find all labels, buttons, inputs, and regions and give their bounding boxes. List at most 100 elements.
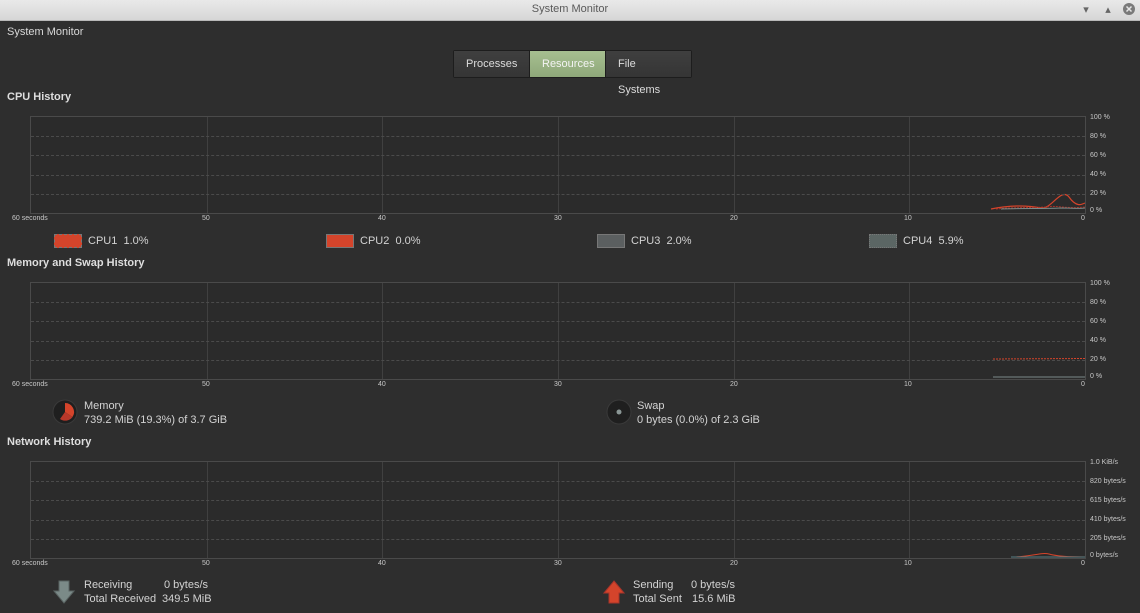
view-tabs: Processes Resources File Systems	[453, 50, 692, 96]
cpu-history-graph	[30, 116, 1086, 214]
grid-line-vertical	[382, 117, 383, 213]
cpu4-color-swatch[interactable]	[869, 234, 897, 248]
x-tick: 40	[378, 560, 386, 567]
y-tick: 100 %	[1090, 280, 1110, 287]
grid-line-horizontal	[31, 539, 1085, 540]
cpu1-color-swatch[interactable]	[54, 234, 82, 248]
total-sent-value: 15.6 MiB	[692, 593, 736, 605]
app-name: System Monitor	[7, 26, 84, 38]
grid-line-horizontal	[31, 175, 1085, 176]
y-tick: 820 bytes/s	[1090, 478, 1126, 485]
x-tick: 50	[202, 215, 210, 222]
memory-pie-icon[interactable]	[52, 399, 78, 425]
y-tick: 20 %	[1090, 356, 1106, 363]
grid-line-vertical	[734, 117, 735, 213]
grid-line-vertical	[558, 462, 559, 558]
y-tick: 60 %	[1090, 152, 1106, 159]
cpu3-label: CPU3	[631, 235, 661, 247]
network-history-graph	[30, 461, 1086, 559]
sending-arrow-icon[interactable]	[602, 580, 626, 604]
network-x-axis: 60 seconds 50 40 30 20 10 0	[12, 557, 1140, 569]
x-tick: 0	[1081, 215, 1085, 222]
total-received-label: Total Received	[84, 593, 157, 605]
maximize-icon[interactable]: ▴	[1100, 2, 1116, 18]
sending-label: Sending	[633, 579, 674, 591]
x-tick: 20	[730, 381, 738, 388]
y-tick: 0 %	[1090, 373, 1103, 380]
cpu4-label: CPU4	[903, 235, 933, 247]
grid-line-vertical	[207, 283, 208, 379]
x-tick: 10	[904, 381, 912, 388]
y-tick: 410 bytes/s	[1090, 516, 1126, 523]
x-tick: 30	[554, 381, 562, 388]
grid-line-vertical	[909, 283, 910, 379]
cpu4-value: 5.9%	[938, 235, 964, 247]
grid-line-vertical	[207, 117, 208, 213]
grid-line-horizontal	[31, 136, 1085, 137]
grid-line-horizontal	[31, 360, 1085, 361]
x-tick: 20	[730, 560, 738, 567]
memory-x-axis: 60 seconds 50 40 30 20 10 0	[12, 378, 1140, 390]
total-sent-label: Total Sent	[633, 593, 682, 605]
network-history-title: Network History	[7, 436, 92, 448]
x-tick: 20	[730, 215, 738, 222]
y-tick: 100 %	[1090, 114, 1110, 121]
grid-line-vertical	[734, 462, 735, 558]
x-tick: 60 seconds	[12, 381, 48, 388]
memory-value: 739.2 MiB (19.3%) of 3.7 GiB	[84, 414, 228, 426]
receiving-arrow-icon[interactable]	[52, 580, 76, 604]
close-icon[interactable]	[1121, 2, 1137, 18]
y-tick: 0 bytes/s	[1090, 552, 1119, 559]
y-tick: 80 %	[1090, 133, 1106, 140]
window-title: System Monitor	[531, 3, 609, 15]
receiving-value: 0 bytes/s	[164, 579, 209, 591]
window-titlebar[interactable]: System Monitor ▾ ▴	[0, 0, 1140, 21]
cpu2-color-swatch[interactable]	[326, 234, 354, 248]
cpu2-label: CPU2	[360, 235, 390, 247]
grid-line-vertical	[909, 462, 910, 558]
legend-cpu4: CPU4 5.9%	[869, 234, 964, 248]
grid-line-horizontal	[31, 155, 1085, 156]
y-tick: 40 %	[1090, 171, 1106, 178]
y-tick: 615 bytes/s	[1090, 497, 1126, 504]
grid-line-horizontal	[31, 481, 1085, 482]
y-tick: 205 bytes/s	[1090, 535, 1126, 542]
grid-line-vertical	[382, 283, 383, 379]
memory-history-title: Memory and Swap History	[7, 257, 145, 269]
y-tick: 1.0 KiB/s	[1090, 459, 1119, 466]
grid-line-horizontal	[31, 500, 1085, 501]
x-tick: 40	[378, 215, 386, 222]
cpu1-value: 1.0%	[123, 235, 149, 247]
legend-cpu3: CPU3 2.0%	[597, 234, 692, 248]
tab-processes[interactable]: Processes	[454, 51, 530, 77]
x-tick: 30	[554, 215, 562, 222]
swap-pie-icon[interactable]	[606, 399, 632, 425]
cpu-history-title: CPU History	[7, 91, 72, 103]
sending-value: 0 bytes/s	[691, 579, 736, 591]
cpu3-color-swatch[interactable]	[597, 234, 625, 248]
x-tick: 40	[378, 381, 386, 388]
y-tick: 60 %	[1090, 318, 1106, 325]
minimize-icon[interactable]: ▾	[1078, 2, 1094, 18]
grid-line-vertical	[558, 117, 559, 213]
legend-cpu1: CPU1 1.0%	[54, 234, 149, 248]
tab-file-systems[interactable]: File Systems	[606, 51, 691, 96]
swap-value: 0 bytes (0.0%) of 2.3 GiB	[637, 414, 760, 426]
grid-line-vertical	[382, 462, 383, 558]
swap-label: Swap	[637, 400, 665, 412]
x-tick: 60 seconds	[12, 560, 48, 567]
grid-line-vertical	[558, 283, 559, 379]
cpu-y-axis: 100 % 80 % 60 % 40 % 20 % 0 %	[1090, 114, 1140, 224]
tab-resources[interactable]: Resources	[530, 51, 606, 77]
y-tick: 40 %	[1090, 337, 1106, 344]
receiving-label: Receiving	[84, 579, 133, 591]
x-tick: 10	[904, 560, 912, 567]
x-tick: 50	[202, 381, 210, 388]
cpu1-label: CPU1	[88, 235, 118, 247]
x-tick: 60 seconds	[12, 215, 48, 222]
cpu-x-axis: 60 seconds 50 40 30 20 10 0	[12, 212, 1140, 224]
memory-history-graph	[30, 282, 1086, 380]
grid-line-vertical	[909, 117, 910, 213]
memory-y-axis: 100 % 80 % 60 % 40 % 20 % 0 %	[1090, 280, 1140, 390]
memory-label: Memory	[84, 400, 124, 412]
